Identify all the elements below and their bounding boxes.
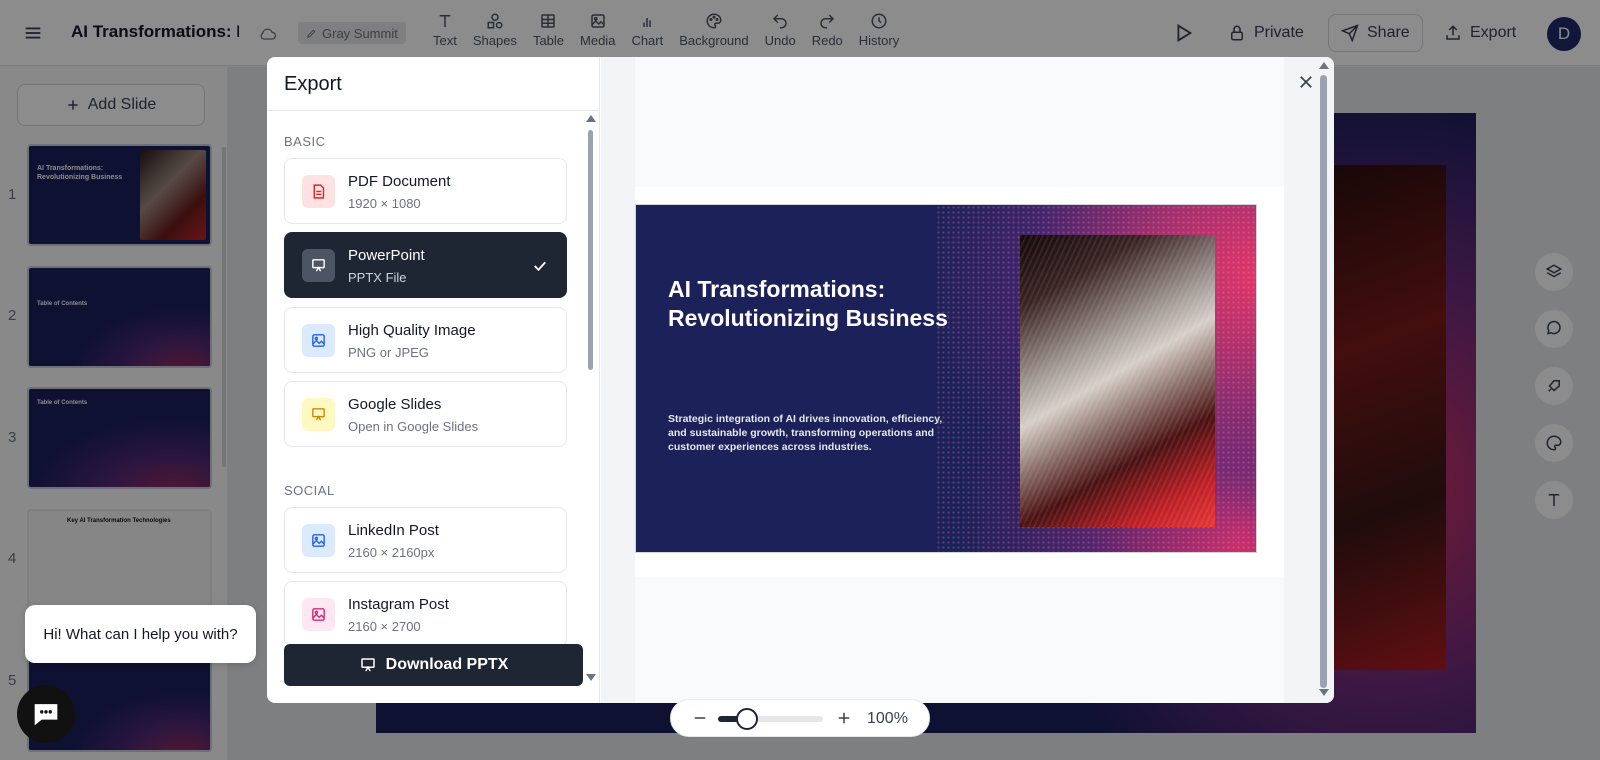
download-label: Download PPTX bbox=[385, 656, 509, 673]
zoom-slider-handle[interactable] bbox=[736, 708, 758, 730]
image-icon bbox=[312, 608, 325, 621]
slide-body: Strategic integration of AI drives innov… bbox=[668, 413, 943, 453]
image-icon bbox=[312, 334, 325, 347]
option-icon-box bbox=[302, 398, 335, 431]
option-image[interactable]: High Quality Image PNG or JPEG bbox=[284, 307, 567, 373]
option-sub: Open in Google Slides bbox=[348, 419, 479, 434]
option-sub: 2160 × 2700 bbox=[348, 619, 421, 634]
chat-launcher[interactable] bbox=[17, 685, 75, 743]
option-instagram[interactable]: Instagram Post 2160 × 2700 bbox=[284, 581, 567, 647]
option-icon-box bbox=[302, 249, 335, 282]
presentation-icon bbox=[312, 408, 325, 421]
option-sub: 1920 × 1080 bbox=[348, 196, 421, 211]
option-label: PowerPoint bbox=[348, 247, 425, 264]
preview-slide: AI Transformations: Revolutionizing Busi… bbox=[635, 204, 1257, 553]
slide-heading: AI Transformations: Revolutionizing Busi… bbox=[668, 276, 948, 331]
option-sub: PPTX File bbox=[348, 270, 407, 285]
slide-photo-texture bbox=[1020, 235, 1215, 527]
presentation-icon bbox=[312, 259, 325, 272]
chat-greeting[interactable]: Hi! What can I help you with? bbox=[25, 605, 256, 663]
option-pdf[interactable]: PDF Document 1920 × 1080 bbox=[284, 158, 567, 224]
download-button[interactable]: Download PPTX bbox=[284, 644, 583, 686]
list-scrollbar-thumb[interactable] bbox=[588, 130, 593, 370]
export-dialog: Export BASIC PDF Document 1920 × 1080 Po… bbox=[267, 57, 1334, 703]
option-icon-box bbox=[302, 324, 335, 357]
list-scroll-up[interactable] bbox=[586, 115, 596, 122]
option-icon-box bbox=[302, 175, 335, 208]
option-label: LinkedIn Post bbox=[348, 522, 439, 539]
document-icon bbox=[313, 184, 325, 199]
option-powerpoint[interactable]: PowerPoint PPTX File bbox=[284, 232, 567, 298]
option-label: High Quality Image bbox=[348, 322, 476, 339]
export-options-list: BASIC PDF Document 1920 × 1080 PowerPoin… bbox=[267, 111, 585, 681]
preview-scrollbar-thumb[interactable] bbox=[1320, 75, 1327, 688]
option-sub: PNG or JPEG bbox=[348, 345, 429, 360]
zoom-percent: 100% bbox=[867, 710, 908, 727]
preview-scroll-down[interactable] bbox=[1319, 689, 1329, 696]
export-dialog-title: Export bbox=[284, 73, 342, 95]
section-label-basic: BASIC bbox=[284, 134, 326, 149]
zoom-in-icon[interactable] bbox=[835, 709, 853, 727]
option-label: Google Slides bbox=[348, 396, 442, 413]
preview-scroll-up[interactable] bbox=[1319, 62, 1329, 69]
check-icon bbox=[534, 261, 546, 272]
list-scroll-down[interactable] bbox=[586, 674, 596, 681]
presentation-icon bbox=[360, 658, 375, 672]
option-google-slides[interactable]: Google Slides Open in Google Slides bbox=[284, 381, 567, 447]
option-icon-box bbox=[302, 524, 335, 557]
option-label: Instagram Post bbox=[348, 596, 449, 613]
image-icon bbox=[312, 534, 325, 547]
export-options-panel: Export BASIC PDF Document 1920 × 1080 Po… bbox=[267, 57, 600, 703]
option-linkedin[interactable]: LinkedIn Post 2160 × 2160px bbox=[284, 507, 567, 573]
option-label: PDF Document bbox=[348, 173, 451, 190]
chat-icon bbox=[34, 704, 58, 726]
option-sub: 2160 × 2160px bbox=[348, 545, 435, 560]
zoom-control: 100% bbox=[670, 699, 930, 737]
option-icon-box bbox=[302, 598, 335, 631]
zoom-out-icon[interactable] bbox=[691, 709, 709, 727]
close-icon[interactable] bbox=[1297, 73, 1315, 91]
section-label-social: SOCIAL bbox=[284, 483, 335, 498]
